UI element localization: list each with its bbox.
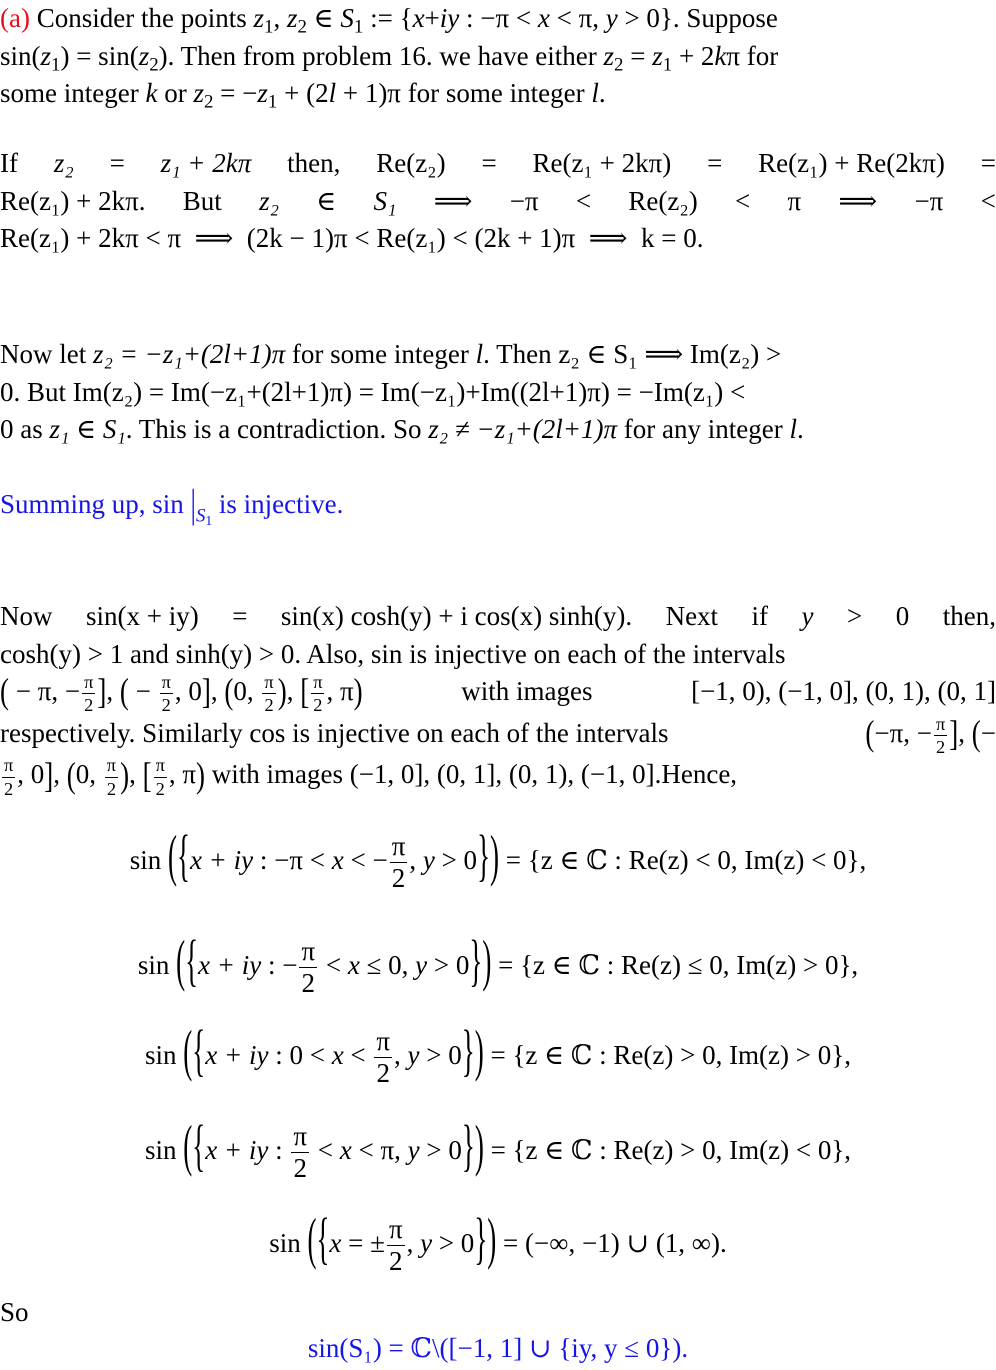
equation-3: sin ({x + iy : 0 < x < π2, y > 0}) = {z … xyxy=(145,1019,851,1089)
case-1-paragraph: If z₂ = z₁ + 2kπ then, Re(z₂) = Re(z₁ + … xyxy=(0,145,996,258)
part-a-paragraph: (a) Consider the points z1, z2 ∈ S1 := {… xyxy=(0,0,996,113)
part-a-line-2: sin(z1) = sin(z2). Then from problem 16.… xyxy=(0,40,779,75)
conclusion-so: So xyxy=(0,1297,29,1327)
case-2-line-2: 0. But Im(z₂) = Im(−z₁+(2l+1)π) = Im(−z₁… xyxy=(0,376,746,407)
conclusion-result: sin(S₁) = ℂ\([−1, 1] ∪ {iy, y ≤ 0}). xyxy=(307,1333,689,1363)
analysis-line-2: cosh(y) > 1 and sinh(y) > 0. Also, sin i… xyxy=(0,638,786,669)
case-1-line-3: Re(z₁) + 2kπ < π ⟹ (2k − 1)π < Re(z₁) < … xyxy=(0,223,704,253)
equation-5: sin ({x = ± π 2, y > 0}) = (−∞, −1) ∪ (1, … xyxy=(269,1207,727,1277)
equation-1: sin ({x + iy : −π < x < − π 2, y > 0}) = {… xyxy=(129,824,867,894)
restriction-bar: | xyxy=(190,481,196,527)
sin-intervals: ( − π, − π 2], ( − π2, 0], (0, π 2), [π 2, π… xyxy=(0,670,363,716)
case-1-line-2: Re(z₁) + 2kπ. But z₂ ∈ S₁ ⟹ −π < Re(z₂) … xyxy=(0,185,996,216)
injectivity-summary: Summing up, sin |S1 is injective. xyxy=(0,481,996,535)
part-label: (a) xyxy=(0,3,30,33)
part-a-line-1: (a) Consider the points z1, z2 ∈ S1 := {… xyxy=(0,3,778,38)
case-2-line-1: Now let z₂ = −z₁+(2l+1)π for some intege… xyxy=(0,339,782,369)
equation-4: sin ({x + iy : π2 < x < π, y > 0}) = {z … xyxy=(144,1114,852,1184)
case-2-paragraph: Now let z₂ = −z₁+(2l+1)π for some intege… xyxy=(0,336,996,449)
analysis-line-3: ( − π, − π 2], ( − π2, 0], (0, π 2), [π 2, π… xyxy=(0,670,996,716)
analysis-paragraph: Now sin(x + iy) = sin(x) cosh(y) + i cos… xyxy=(0,598,996,798)
analysis-line-1: Now sin(x + iy) = sin(x) cosh(y) + i cos… xyxy=(0,601,996,631)
cos-interval-1: (−π, − π 2], (− xyxy=(865,712,996,758)
case-2-line-3: 0 as z₁ ∈ S₁. This is a contradiction. S… xyxy=(0,414,804,444)
case-1-line-1: If z₂ = z₁ + 2kπ then, Re(z₂) = Re(z₁ + … xyxy=(0,148,996,178)
equation-2: sin ({x + iy : − π 2 < x ≤ 0, y > 0}) = {z… xyxy=(137,929,859,999)
part-a-line-3: some integer k or z2 = −z1 + (2l + 1)π f… xyxy=(0,78,606,113)
